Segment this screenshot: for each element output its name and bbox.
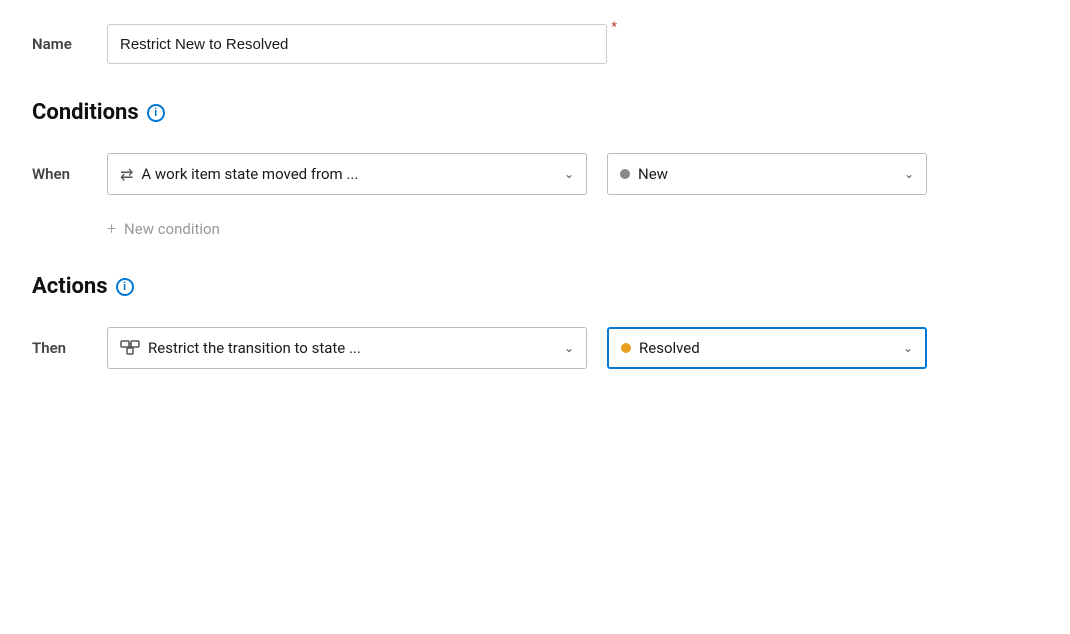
condition-state-chevron: ⌄ bbox=[904, 167, 914, 181]
when-label: When bbox=[32, 165, 87, 183]
condition-state-content: New bbox=[620, 165, 894, 183]
condition-dropdown-content: ⇄ A work item state moved from ... bbox=[120, 165, 554, 184]
action-dropdown-chevron: ⌄ bbox=[564, 341, 574, 355]
name-input[interactable] bbox=[107, 24, 607, 64]
action-state-dropdown[interactable]: Resolved ⌄ bbox=[607, 327, 927, 369]
action-dropdown[interactable]: Restrict the transition to state ... ⌄ bbox=[107, 327, 587, 369]
condition-dropdown-chevron: ⌄ bbox=[564, 167, 574, 181]
actions-title: Actions bbox=[32, 274, 108, 299]
action-state-content: Resolved bbox=[621, 339, 893, 357]
conditions-title: Conditions bbox=[32, 100, 139, 125]
required-asterisk: * bbox=[611, 20, 617, 35]
name-input-wrapper: * bbox=[107, 24, 607, 64]
condition-state-text: New bbox=[638, 165, 668, 183]
restrict-icon bbox=[120, 340, 140, 356]
then-row: Then Restrict the transition to state ..… bbox=[32, 327, 1038, 369]
new-condition-label: New condition bbox=[124, 220, 220, 238]
condition-dropdown[interactable]: ⇄ A work item state moved from ... ⌄ bbox=[107, 153, 587, 195]
action-dropdown-text: Restrict the transition to state ... bbox=[148, 339, 361, 357]
condition-state-dot bbox=[620, 169, 630, 179]
actions-section: Actions i Then Restrict the transition t… bbox=[32, 274, 1038, 369]
action-state-text: Resolved bbox=[639, 339, 700, 357]
when-row: When ⇄ A work item state moved from ... … bbox=[32, 153, 1038, 195]
conditions-info-icon[interactable]: i bbox=[147, 104, 165, 122]
actions-header: Actions i bbox=[32, 274, 1038, 299]
name-row: Name * bbox=[32, 24, 1038, 64]
actions-info-icon[interactable]: i bbox=[116, 278, 134, 296]
name-label: Name bbox=[32, 35, 87, 53]
transfer-icon: ⇄ bbox=[120, 165, 133, 184]
action-dropdown-content: Restrict the transition to state ... bbox=[120, 339, 554, 357]
condition-dropdown-text: A work item state moved from ... bbox=[141, 165, 358, 183]
condition-state-dropdown[interactable]: New ⌄ bbox=[607, 153, 927, 195]
plus-icon: + bbox=[107, 219, 116, 238]
conditions-section: Conditions i When ⇄ A work item state mo… bbox=[32, 100, 1038, 238]
action-state-chevron: ⌄ bbox=[903, 341, 913, 355]
then-label: Then bbox=[32, 339, 87, 357]
conditions-header: Conditions i bbox=[32, 100, 1038, 125]
action-state-dot bbox=[621, 343, 631, 353]
new-condition-row[interactable]: + New condition bbox=[32, 219, 1038, 238]
